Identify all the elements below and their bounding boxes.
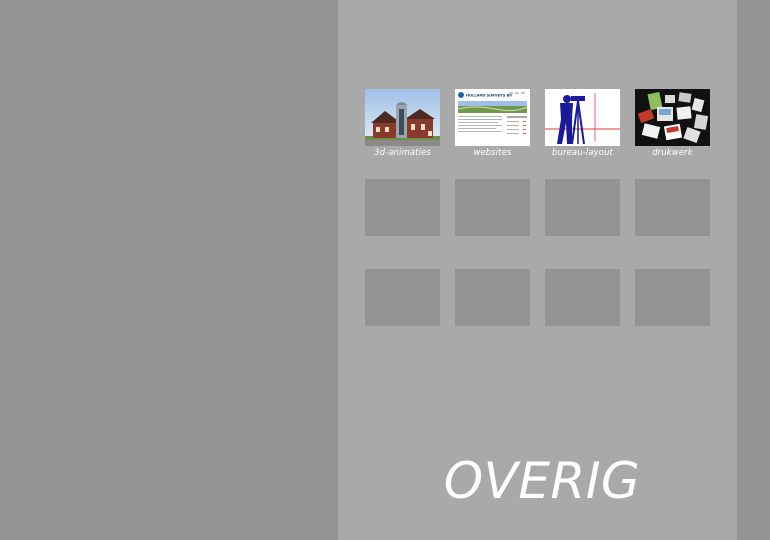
website-brand: HOLLAND SURVEYS BV <box>466 94 512 98</box>
empty-tile <box>365 179 440 236</box>
empty-tile <box>635 269 710 326</box>
tile-label-3d-animaties[interactable]: 3d-animaties <box>365 148 440 158</box>
tile-label-bureau-layout[interactable]: bureau-layout <box>545 148 620 158</box>
empty-tile <box>635 179 710 236</box>
page-title: OVERIG <box>443 452 641 510</box>
tile-websites[interactable]: HOLLAND SURVEYS BV <box>455 89 530 146</box>
tile-label-websites[interactable]: websites <box>455 148 530 158</box>
tile-label-drukwerk[interactable]: drukwerk <box>635 148 710 158</box>
house-render-thumbnail <box>365 89 440 146</box>
left-panel <box>0 0 338 540</box>
empty-tile <box>545 269 620 326</box>
surveyor-thumbnail <box>545 89 620 146</box>
right-strip <box>737 0 770 540</box>
tile-bureau-layout[interactable] <box>545 89 620 146</box>
empty-tile <box>365 269 440 326</box>
tile-drukwerk[interactable] <box>635 89 710 146</box>
website-thumbnail: HOLLAND SURVEYS BV <box>455 89 530 146</box>
print-collage-thumbnail <box>635 89 710 146</box>
center-panel: HOLLAND SURVEYS BV 3d-animaties websites… <box>338 0 737 540</box>
tile-3d-animaties[interactable] <box>365 89 440 146</box>
empty-tile <box>455 269 530 326</box>
empty-tile <box>545 179 620 236</box>
empty-tile <box>455 179 530 236</box>
